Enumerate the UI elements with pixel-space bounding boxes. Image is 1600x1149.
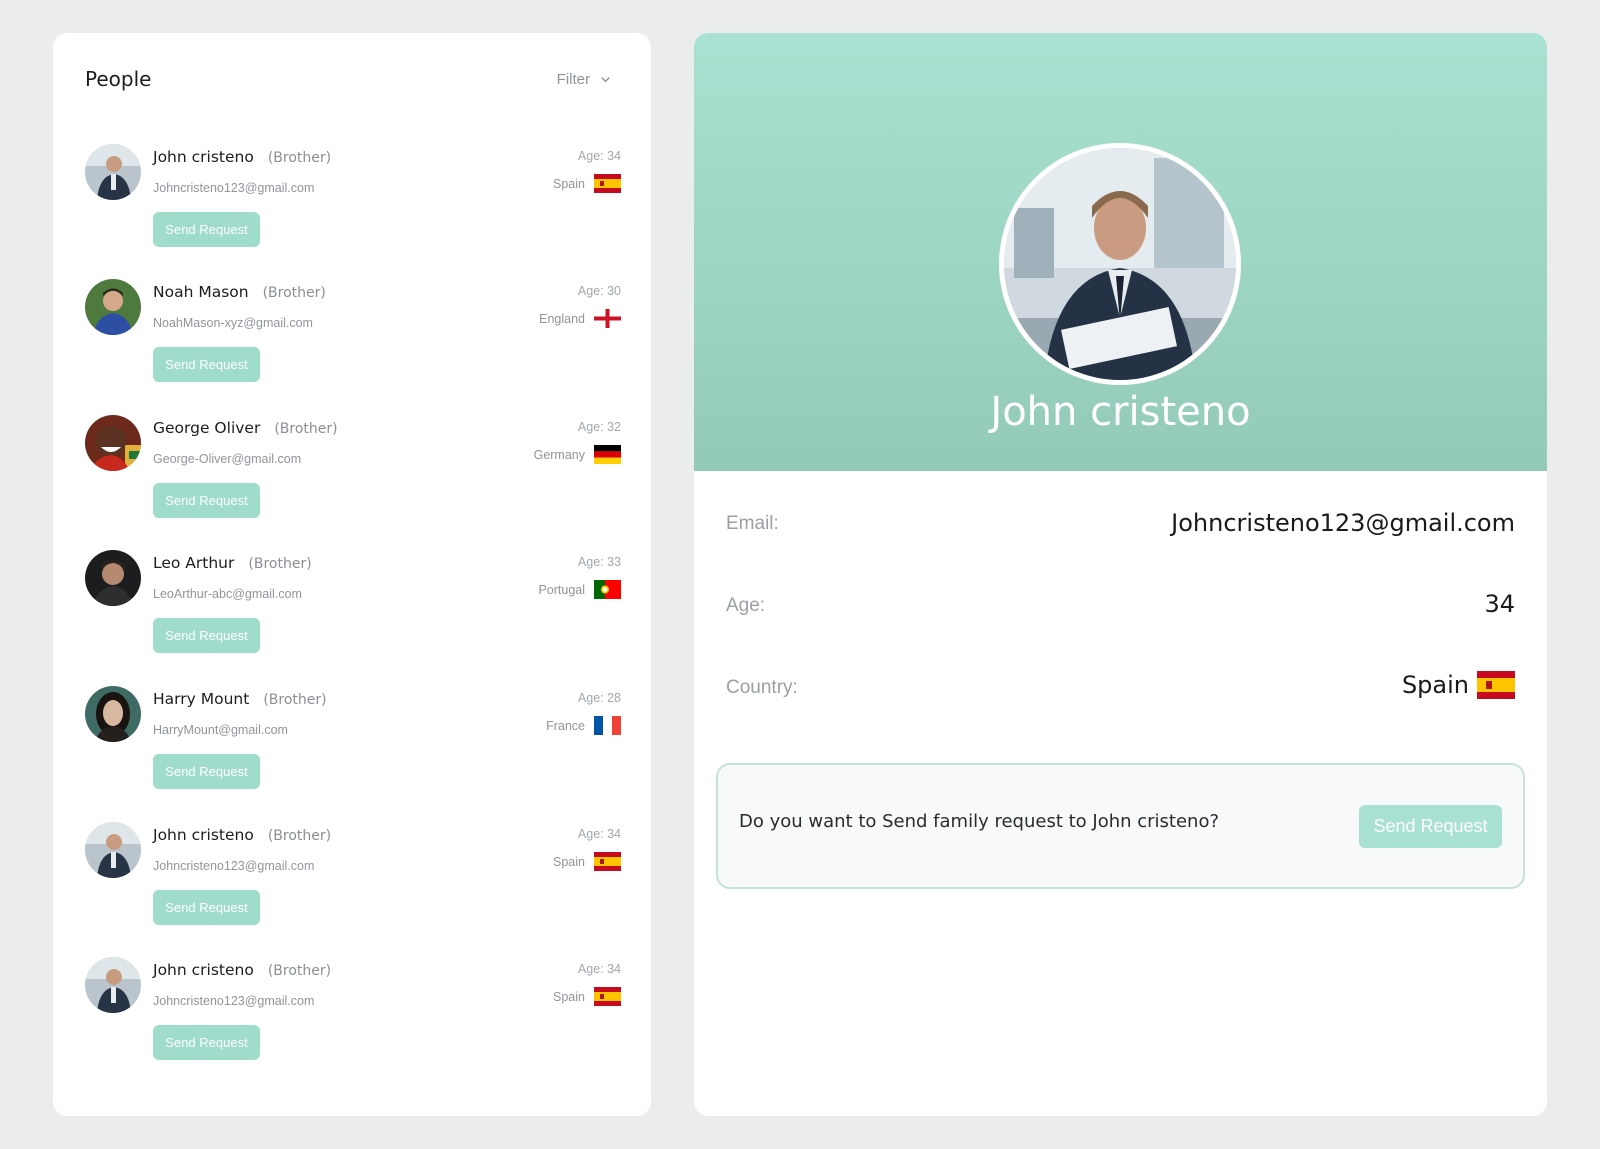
email-value: Johncristeno123@gmail.com (1171, 509, 1515, 537)
person-relation: (Brother) (267, 150, 332, 166)
send-request-button[interactable]: Send Request (153, 1025, 260, 1060)
person-age: Age: 32 (577, 420, 621, 434)
avatar (85, 144, 141, 200)
people-panel: People Filter John cristeno (Brother) Joh… (53, 33, 651, 1116)
person-email: LeoArthur-abc@gmail.com (153, 587, 302, 601)
person-item[interactable]: Leo Arthur (Brother) LeoArthur-abc@gmail.… (85, 550, 621, 670)
filter-dropdown[interactable]: Filter (557, 71, 611, 88)
person-country: France (546, 719, 585, 733)
person-country: Portugal (538, 583, 585, 597)
person-name: Noah Mason (Brother) (153, 283, 326, 301)
person-relation: (Brother) (274, 421, 338, 437)
profile-name: John cristeno (990, 389, 1251, 435)
people-title: People (85, 67, 152, 91)
avatar (85, 957, 141, 1013)
person-email: Johncristeno123@gmail.com (153, 994, 315, 1008)
person-item[interactable]: Noah Mason (Brother) NoahMason-xyz@gmail.… (85, 279, 621, 399)
person-country: Germany (533, 448, 585, 462)
person-item[interactable]: John cristeno (Brother) Johncristeno123@g… (85, 144, 621, 264)
person-email: George-Oliver@gmail.com (153, 452, 302, 466)
person-email: HarryMount@gmail.com (153, 723, 288, 737)
person-age: Age: 30 (577, 284, 621, 298)
send-request-button[interactable]: Send Request (153, 618, 260, 653)
send-request-button[interactable]: Send Request (153, 483, 260, 518)
person-email: NoahMason-xyz@gmail.com (153, 316, 313, 330)
chevron-down-icon (601, 77, 610, 83)
person-relation: (Brother) (248, 556, 312, 572)
person-item[interactable]: George Oliver (Brother) George-Oliver@gma… (85, 415, 621, 535)
person-country: Spain (553, 990, 585, 1004)
avatar (85, 686, 141, 742)
send-request-button[interactable]: Send Request (153, 890, 260, 925)
send-request-button[interactable]: Send Request (153, 212, 260, 247)
person-relation: (Brother) (267, 963, 332, 979)
send-request-button[interactable]: Send Request (153, 347, 260, 382)
person-age: Age: 33 (577, 555, 621, 569)
person-email: Johncristeno123@gmail.com (153, 181, 315, 195)
spain-flag-icon (594, 174, 621, 193)
country-label: Country: (726, 677, 798, 698)
avatar (85, 550, 141, 606)
request-prompt: Do you want to Send family request to Jo… (739, 811, 1220, 832)
avatar (85, 279, 141, 335)
person-name: John cristeno (Brother) (153, 826, 332, 844)
country-value: Spain (1402, 671, 1515, 699)
profile-detail-panel: John cristeno Email: Johncristeno123@gma… (694, 33, 1547, 1116)
person-name: Harry Mount (Brother) (153, 690, 327, 708)
person-age: Age: 28 (577, 691, 621, 705)
profile-header: John cristeno (694, 33, 1547, 471)
request-confirmation-box: Do you want to Send family request to Jo… (716, 763, 1525, 889)
person-item[interactable]: John cristeno (Brother) Johncristeno123@g… (85, 957, 621, 1077)
person-country: Spain (553, 177, 585, 191)
email-label: Email: (726, 513, 779, 534)
spain-flag-icon (594, 852, 621, 871)
portugal-flag-icon (594, 580, 621, 599)
person-country: England (539, 312, 585, 326)
person-item[interactable]: Harry Mount (Brother) HarryMount@gmail.co… (85, 686, 621, 806)
person-name: John cristeno (Brother) (153, 148, 332, 166)
send-request-button[interactable]: Send Request (153, 754, 260, 789)
person-item[interactable]: John cristeno (Brother) Johncristeno123@g… (85, 822, 621, 942)
profile-avatar (999, 143, 1241, 385)
avatar (85, 822, 141, 878)
person-age: Age: 34 (577, 149, 621, 163)
spain-flag-icon (594, 987, 621, 1006)
send-request-button[interactable]: Send Request (1359, 805, 1502, 848)
person-age: Age: 34 (577, 827, 621, 841)
person-country: Spain (553, 855, 585, 869)
age-label: Age: (726, 595, 766, 616)
person-name: Leo Arthur (Brother) (153, 554, 312, 572)
avatar (85, 415, 141, 471)
person-age: Age: 34 (577, 962, 621, 976)
person-email: Johncristeno123@gmail.com (153, 859, 315, 873)
person-relation: (Brother) (263, 692, 327, 708)
person-relation: (Brother) (262, 285, 326, 301)
spain-flag-icon (1477, 671, 1515, 699)
england-flag-icon (594, 309, 621, 328)
person-name: George Oliver (Brother) (153, 419, 338, 437)
france-flag-icon (594, 716, 621, 735)
age-value: 34 (1484, 590, 1515, 618)
person-name: John cristeno (Brother) (153, 961, 332, 979)
germany-flag-icon (594, 445, 621, 464)
filter-label: Filter (556, 71, 590, 88)
person-relation: (Brother) (267, 828, 332, 844)
